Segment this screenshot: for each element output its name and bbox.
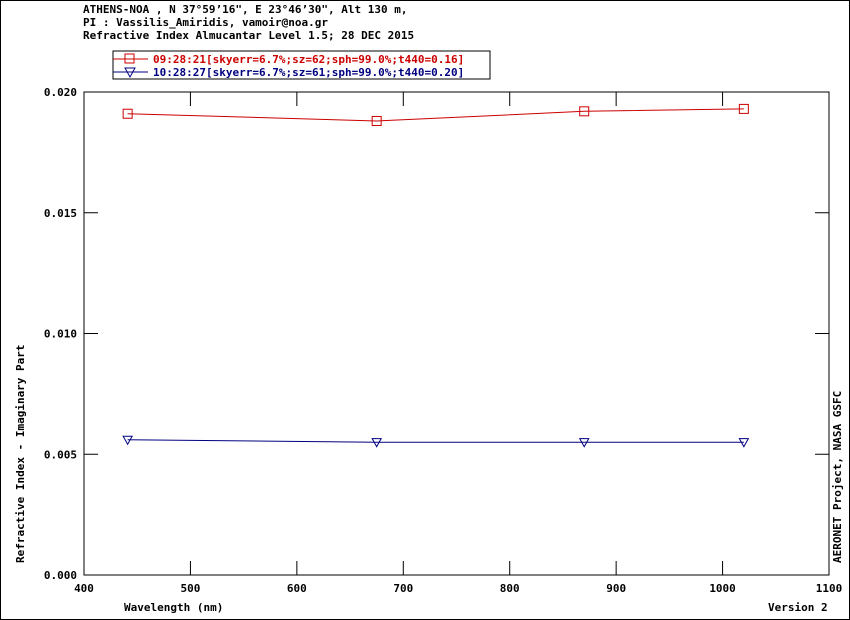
axes: 400 500 600 700 800 900 1000 1100 0.000 0.005 0.01…	[44, 86, 842, 595]
x-tick-label: 900	[606, 582, 626, 595]
x-tick-label: 500	[180, 582, 200, 595]
x-tick-label: 600	[287, 582, 307, 595]
plot-area	[83, 91, 830, 576]
series-line-2	[127, 439, 744, 443]
y-tick-label: 0.020	[44, 86, 77, 99]
x-tick-label: 700	[393, 582, 413, 595]
x-tick-label: 1000	[709, 582, 736, 595]
x-tick-label: 1100	[816, 582, 843, 595]
legend-label-2: 10:28:27[skyerr=6.7%;sz=61;sph=99.0%;t44…	[153, 66, 464, 79]
y-tick-label: 0.015	[44, 207, 77, 220]
y-tick-label: 0.010	[44, 328, 77, 341]
credit-label: AERONET Project, NASA GSFC	[831, 391, 844, 563]
version-label: Version 2	[768, 601, 828, 614]
series-layer	[122, 103, 750, 448]
chart: 09:28:21[skyerr=6.7%;sz=62;sph=99.0%;t44…	[14, 50, 844, 614]
x-tick-label: 800	[500, 582, 520, 595]
y-tick-label: 0.000	[44, 569, 77, 582]
legend-label-1: 09:28:21[skyerr=6.7%;sz=62;sph=99.0%;t44…	[153, 53, 464, 66]
y-tick-label: 0.005	[44, 448, 77, 461]
legend: 09:28:21[skyerr=6.7%;sz=62;sph=99.0%;t44…	[112, 50, 491, 80]
series-line-1	[127, 108, 744, 122]
x-tick-label: 400	[74, 582, 94, 595]
plot-border	[83, 91, 830, 576]
x-axis-label: Wavelength (nm)	[124, 601, 223, 614]
y-axis-label: Refractive Index - Imaginary Part	[14, 344, 27, 563]
